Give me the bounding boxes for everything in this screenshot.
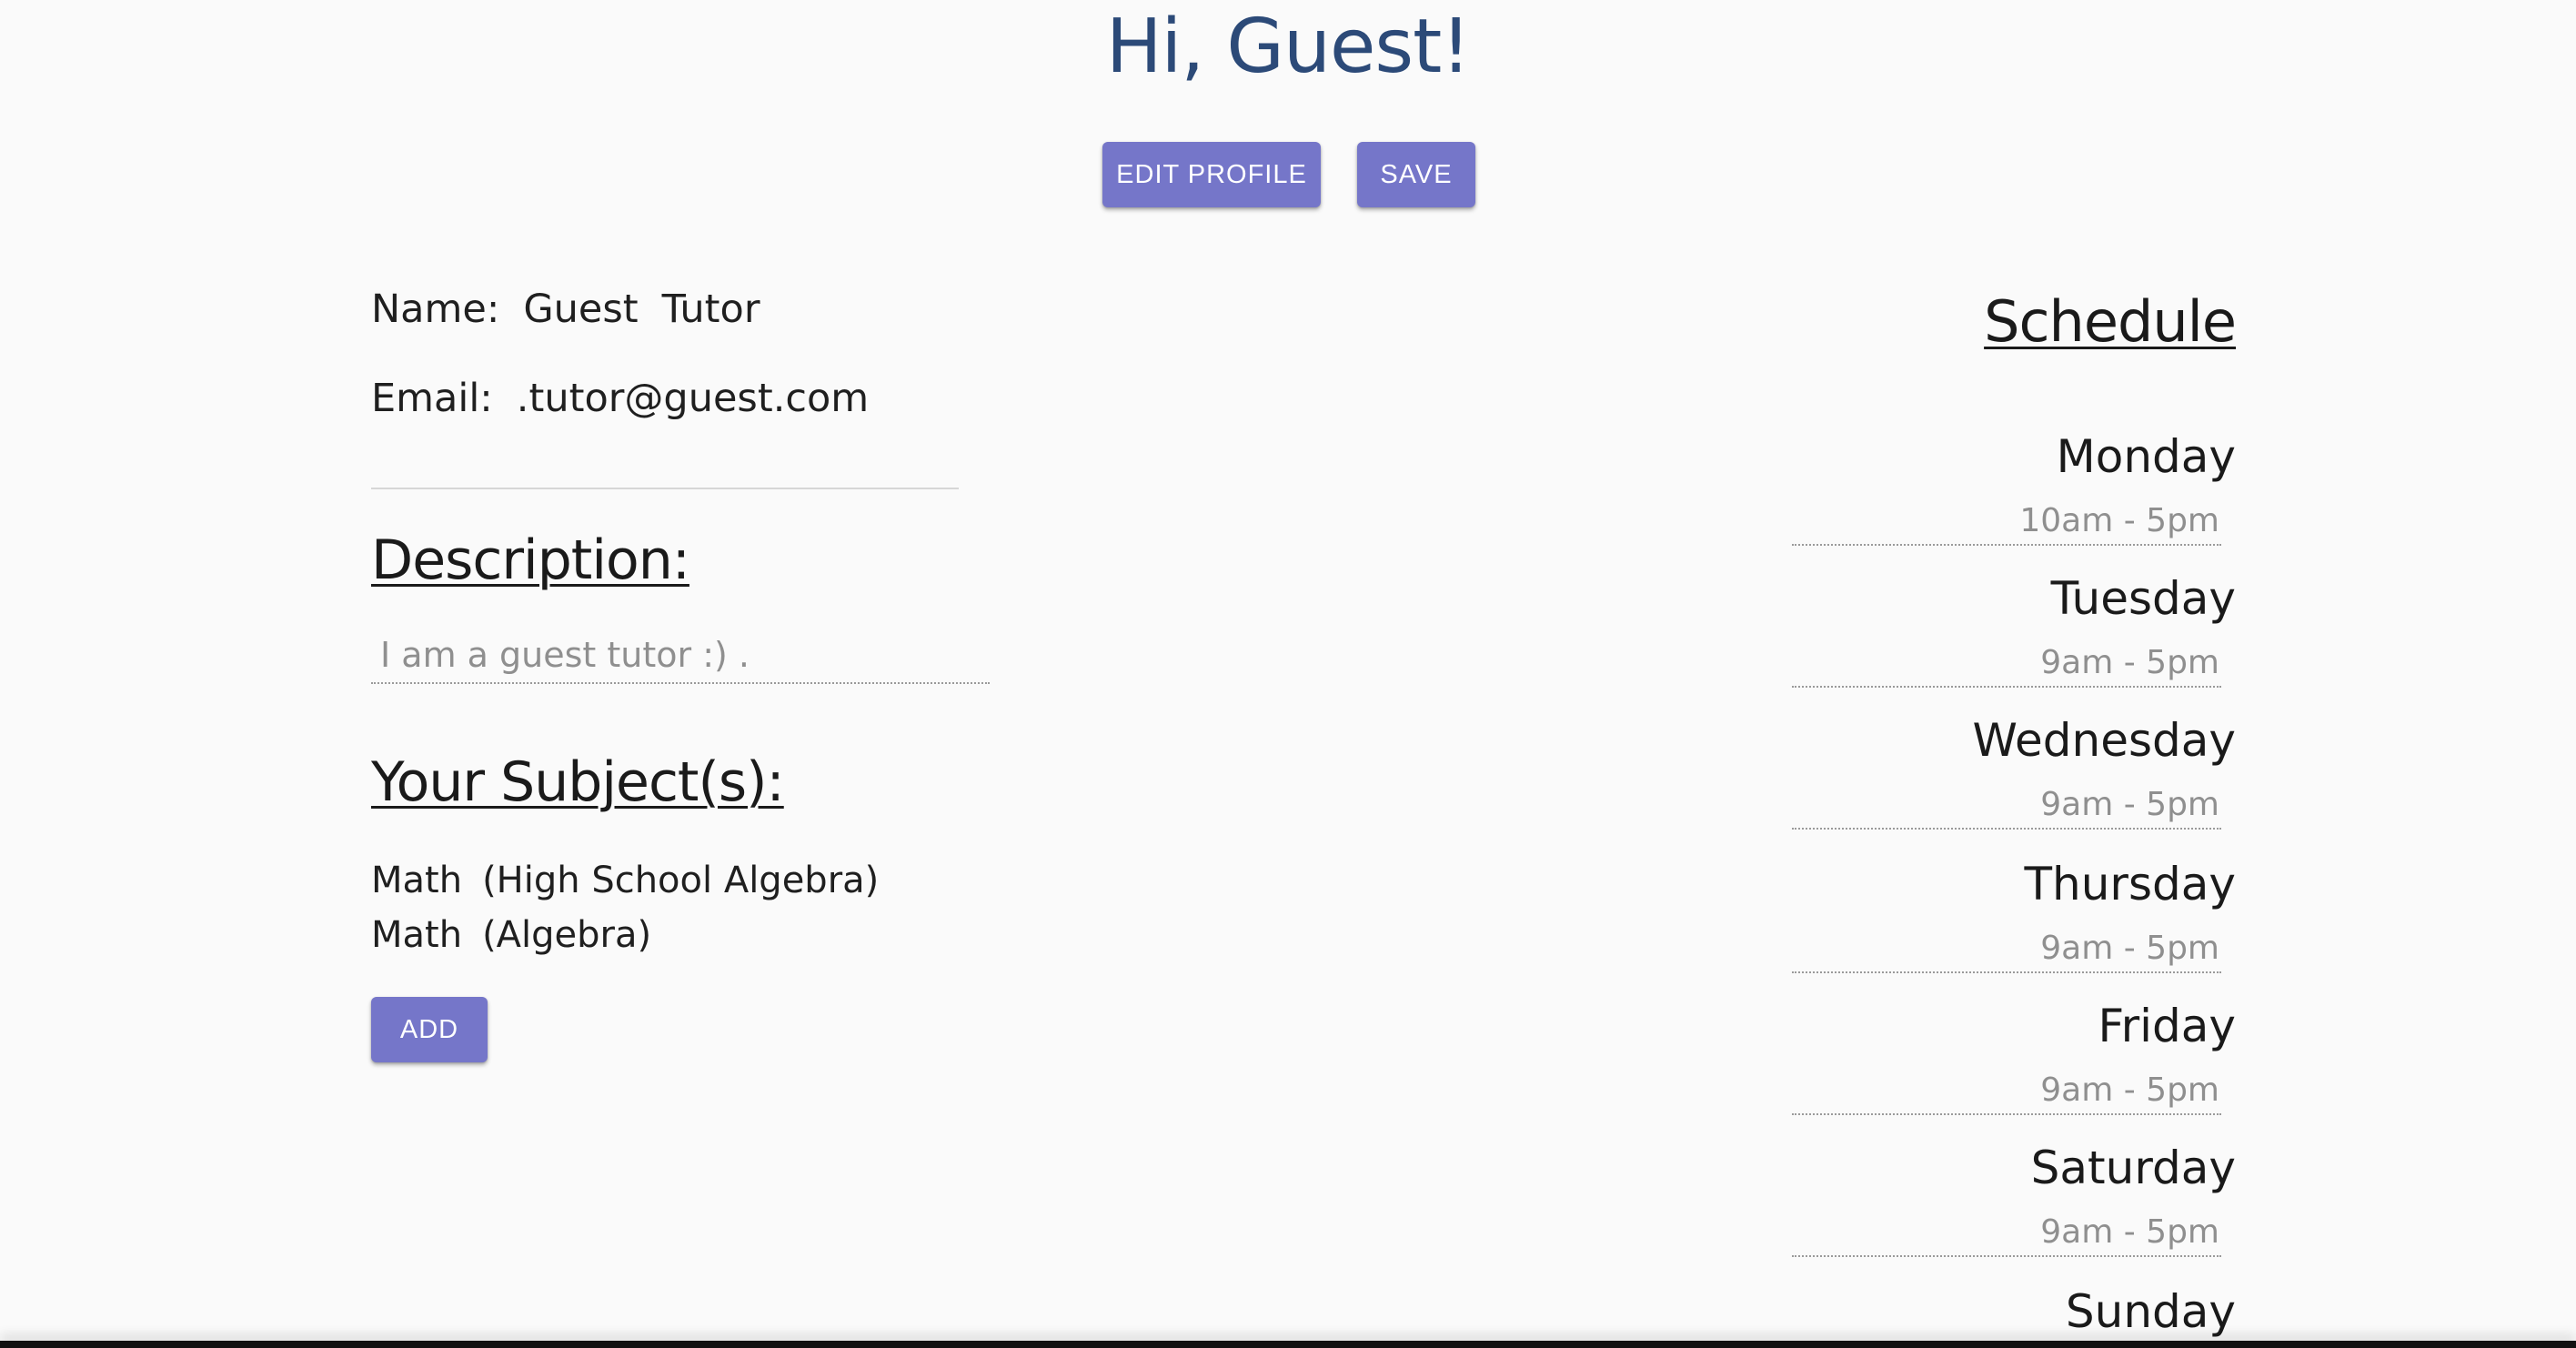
day-label: Saturday	[2030, 1142, 2236, 1194]
hours-input[interactable]	[1792, 924, 2221, 973]
save-button[interactable]: SAVE	[1357, 142, 1475, 207]
hours-input[interactable]	[1792, 1066, 2221, 1115]
hours-input[interactable]	[1792, 639, 2221, 688]
day-label: Sunday	[2065, 1285, 2236, 1338]
email-label: Email:	[371, 376, 493, 421]
subject-level: (High School Algebra)	[482, 860, 880, 901]
description-heading: Description:	[371, 528, 690, 592]
hours-input[interactable]	[1792, 497, 2221, 546]
day-label: Wednesday	[1972, 714, 2236, 767]
add-subject-button[interactable]: ADD	[371, 997, 488, 1062]
subject-list: Math (High School Algebra) Math (Algebra)	[371, 853, 879, 962]
bottom-edge	[0, 1341, 2576, 1348]
subject-name: Math	[371, 914, 463, 956]
last-name-value: Tutor	[661, 287, 760, 332]
schedule-day-sunday: Sunday	[1792, 1283, 2236, 1348]
page-greeting: Hi, Guest!	[1105, 4, 1471, 90]
schedule-day-saturday: Saturday	[1792, 1139, 2236, 1281]
schedule-day-wednesday: Wednesday	[1792, 711, 2236, 853]
day-label: Thursday	[2024, 858, 2237, 910]
day-label: Tuesday	[2050, 572, 2236, 625]
schedule-heading: Schedule	[1984, 288, 2237, 355]
hours-input[interactable]	[1792, 1208, 2221, 1257]
edit-profile-button[interactable]: EDIT PROFILE	[1102, 142, 1321, 207]
schedule-day-thursday: Thursday	[1792, 855, 2236, 997]
subjects-heading: Your Subject(s):	[371, 750, 785, 814]
hours-input[interactable]	[1792, 780, 2221, 830]
profile-divider	[371, 488, 959, 489]
list-item: Math (Algebra)	[371, 908, 879, 962]
day-label: Friday	[2098, 1000, 2236, 1052]
profile-name-row: Name: Guest Tutor	[371, 284, 760, 335]
schedule-day-monday: Monday	[1792, 428, 2236, 569]
subject-level: (Algebra)	[482, 914, 652, 956]
subject-name: Math	[371, 860, 463, 901]
email-value: .tutor@guest.com	[516, 376, 870, 421]
first-name-value: Guest	[523, 287, 639, 332]
profile-email-row: Email: .tutor@guest.com	[371, 373, 869, 424]
name-label: Name:	[371, 287, 500, 332]
schedule-day-friday: Friday	[1792, 997, 2236, 1139]
description-input[interactable]	[371, 628, 990, 684]
day-label: Monday	[2056, 430, 2236, 483]
list-item: Math (High School Algebra)	[371, 853, 879, 908]
schedule-day-tuesday: Tuesday	[1792, 569, 2236, 711]
